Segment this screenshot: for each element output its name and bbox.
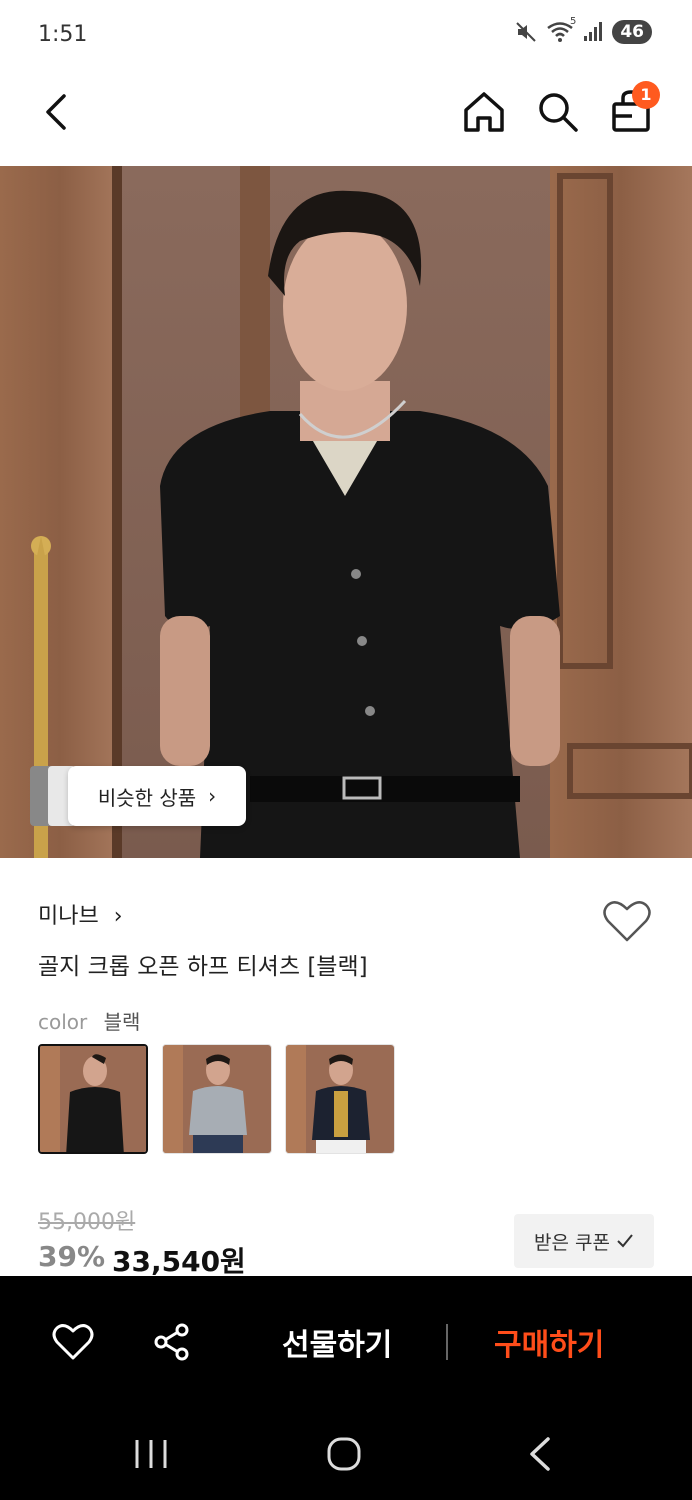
status-time: 1:51 [38, 22, 88, 47]
battery-indicator: 46 [612, 20, 652, 44]
received-coupon-button[interactable]: 받은 쿠폰 [514, 1214, 654, 1268]
search-icon[interactable] [534, 88, 582, 136]
signal-icon [584, 22, 603, 41]
back-arrow-icon[interactable] [36, 90, 80, 134]
wifi-band-label: 5 [569, 16, 577, 27]
share-icon[interactable] [152, 1322, 192, 1362]
gift-button[interactable]: 선물하기 [282, 1320, 392, 1364]
sale-price: 33,540원 [112, 1245, 246, 1278]
coupon-label: 받은 쿠폰 [534, 1231, 610, 1254]
product-photo [0, 166, 692, 858]
check-icon [617, 1234, 633, 1248]
wifi-icon: 5 [546, 16, 576, 44]
cart-count-badge: 1 [632, 81, 660, 109]
brand-link[interactable]: 미나브 › [38, 898, 123, 930]
color-label: color [38, 1010, 88, 1034]
original-price: 55,000원 [38, 1210, 136, 1235]
action-divider [446, 1324, 448, 1360]
similar-products-label: 비슷한 상품 [97, 785, 197, 810]
nav-back-icon[interactable] [524, 1436, 554, 1472]
similar-products-button[interactable]: 비슷한 상품 › [68, 766, 246, 826]
heart-icon[interactable] [602, 898, 652, 944]
recent-apps-icon[interactable] [132, 1438, 170, 1470]
chevron-right-icon: › [208, 784, 217, 808]
discount-rate: 39% [38, 1240, 106, 1273]
color-value: 블랙 [103, 1010, 141, 1034]
heart-icon[interactable] [52, 1322, 94, 1362]
app-header: 1 [0, 72, 692, 166]
bottom-action-bar: 선물하기 구매하기 [0, 1276, 692, 1500]
status-icons: 5 46 [514, 16, 652, 44]
brand-name: 미나브 [38, 904, 99, 929]
color-swatch-gray[interactable] [162, 1044, 272, 1154]
buy-button[interactable]: 구매하기 [494, 1320, 604, 1364]
product-title: 골지 크롭 오픈 하프 티셔츠 [블랙] [38, 954, 368, 980]
color-swatch-black[interactable] [38, 1044, 148, 1154]
status-bar: 1:51 5 46 [0, 0, 692, 72]
nav-home-icon[interactable] [326, 1436, 362, 1472]
product-hero-image[interactable]: 비슷한 상품 › [0, 166, 692, 858]
color-swatch-navy[interactable] [285, 1044, 395, 1154]
mute-icon [516, 22, 537, 42]
color-selection-label: color 블랙 [38, 1006, 140, 1035]
chevron-right-icon: › [113, 904, 123, 929]
home-icon[interactable] [460, 88, 508, 136]
